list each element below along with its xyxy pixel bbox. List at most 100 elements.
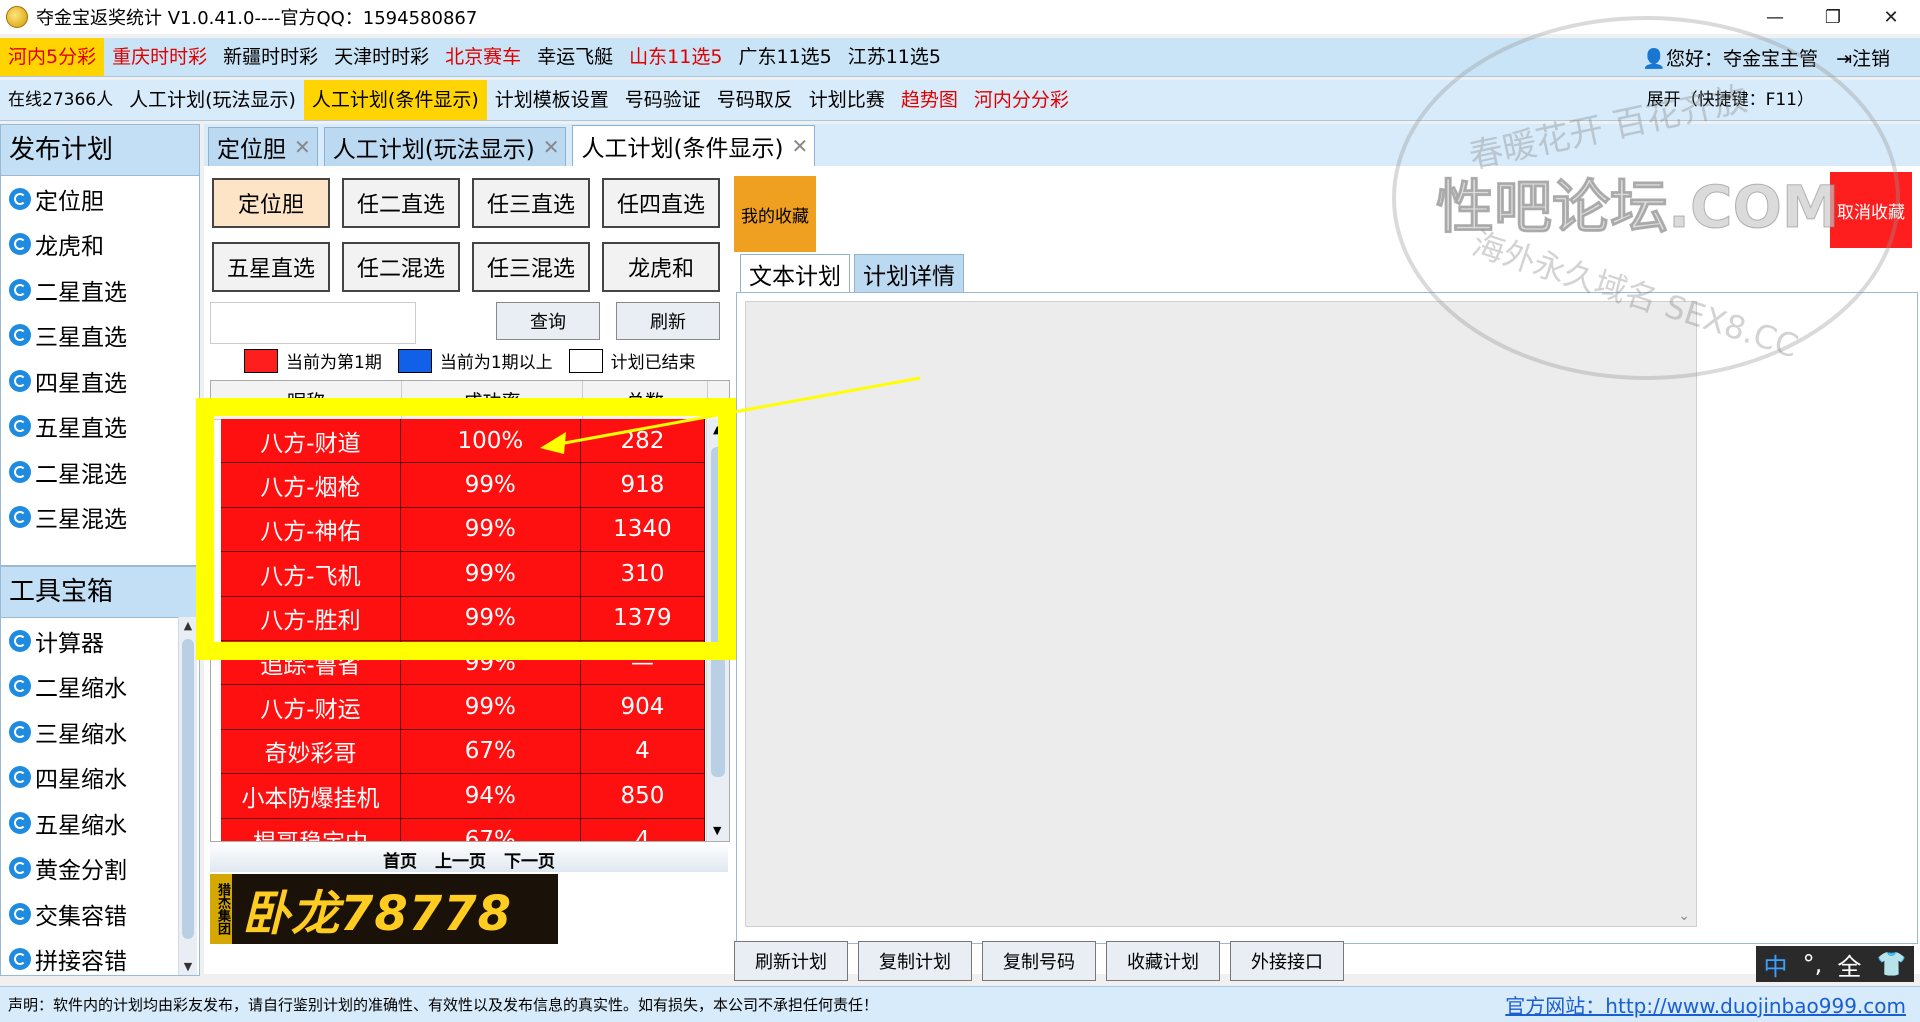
ime-indicator[interactable]: 中 °, 全 👕 (1756, 946, 1914, 982)
query-button[interactable]: 查询 (496, 302, 600, 340)
prev-page-link[interactable]: 上一页 (435, 847, 486, 872)
nav-item[interactable]: 江苏11选5 (840, 38, 949, 76)
close-icon[interactable]: ✕ (791, 134, 808, 158)
category-button[interactable]: 任三混选 (472, 242, 590, 292)
menu-item[interactable]: 黄金分割 (1, 846, 199, 892)
maximize-button[interactable]: ❐ (1804, 0, 1862, 34)
table-row[interactable]: 八方-财道 100% 282 (221, 419, 706, 464)
app-icon (6, 6, 28, 28)
table-row[interactable]: 小本防爆挂机 94% 850 (221, 774, 706, 819)
close-icon[interactable]: ✕ (543, 135, 560, 159)
nav-item[interactable]: 天津时时彩 (326, 38, 437, 76)
favorite-plan-button[interactable]: 收藏计划 (1106, 941, 1220, 981)
disclaimer-text: 声明：软件内的计划均由彩友发布，请自行鉴别计划的准确性、有效性以及发布信息的真实… (8, 996, 879, 1014)
ime-skin-icon[interactable]: 👕 (1877, 950, 1907, 978)
scroll-up-icon[interactable]: ▲ (179, 619, 197, 632)
nav2-item[interactable]: 号码验证 (617, 80, 709, 120)
column-header[interactable]: 成功率 (402, 381, 583, 419)
menu-item[interactable]: 四星缩水 (1, 755, 199, 801)
table-row[interactable]: 八方-神佑 99% 1340 (221, 507, 706, 553)
nav-item[interactable]: 幸运飞艇 (529, 38, 621, 76)
refresh-button[interactable]: 刷新 (616, 302, 720, 340)
nav2-item[interactable]: 趋势图 (893, 80, 966, 120)
scroll-down-icon[interactable]: ⌄ (1678, 908, 1690, 924)
close-button[interactable]: ✕ (1862, 0, 1920, 34)
nav2-item[interactable]: 河内分分彩 (966, 80, 1077, 120)
menu-item[interactable]: 三星直选 (1, 313, 199, 359)
column-header[interactable]: 总数 (583, 381, 708, 419)
official-website-link[interactable]: 官方网站：http://www.duojinbao999.com (1505, 990, 1906, 1019)
toolbox-scrollbar[interactable]: ▲ ▼ (178, 617, 197, 975)
refresh-plan-button[interactable]: 刷新计划 (734, 941, 848, 981)
nav2-item[interactable]: 人工计划(玩法显示) (121, 80, 304, 120)
nav-item[interactable]: 河内5分彩 (0, 38, 105, 76)
menu-item[interactable]: 二星缩水 (1, 664, 199, 710)
ad-banner[interactable]: 猎杰集团 卧龙78778 (210, 874, 558, 944)
first-page-link[interactable]: 首页 (383, 847, 417, 872)
my-favorites-button[interactable]: 我的收藏 (734, 176, 816, 252)
menu-item[interactable]: 拼接容错 (1, 937, 199, 975)
scroll-thumb[interactable] (711, 447, 725, 777)
category-button[interactable]: 五星直选 (212, 242, 330, 292)
plan-text-area[interactable]: ⌄ (745, 301, 1697, 927)
scroll-up-icon[interactable]: ▲ (713, 423, 721, 436)
category-button[interactable]: 任二直选 (342, 178, 460, 228)
table-row[interactable]: 八方-胜利 99% 1379 (221, 596, 706, 641)
nav2-item[interactable]: 号码取反 (709, 80, 801, 120)
table-row[interactable]: 奇妙彩哥 67% 4 (221, 729, 706, 775)
nav-item[interactable]: 山东11选5 (621, 38, 730, 76)
search-input[interactable] (210, 302, 416, 344)
menu-item[interactable]: 四星直选 (1, 358, 199, 404)
ime-width[interactable]: 全 (1837, 947, 1861, 982)
nav-item[interactable]: 北京赛车 (437, 38, 529, 76)
tab-plan-detail[interactable]: 计划详情 (854, 254, 964, 293)
legend-label: 当前为第1期 (286, 353, 382, 373)
tab[interactable]: 定位胆 ✕ (208, 127, 318, 166)
menu-item[interactable]: 五星缩水 (1, 800, 199, 846)
scroll-thumb[interactable] (182, 639, 194, 939)
ime-lang[interactable]: 中 (1764, 947, 1788, 982)
nav-item[interactable]: 广东11选5 (730, 38, 839, 76)
menu-item[interactable]: 定位胆 (1, 176, 199, 222)
table-row[interactable]: 八方-烟枪 99% 918 (221, 463, 706, 508)
category-button[interactable]: 任二混选 (342, 242, 460, 292)
menu-item[interactable]: 二星直选 (1, 267, 199, 313)
copy-numbers-button[interactable]: 复制号码 (982, 941, 1096, 981)
logout-button[interactable]: ⇥注销 (1836, 44, 1890, 71)
next-page-link[interactable]: 下一页 (504, 847, 555, 872)
scroll-down-icon[interactable]: ▼ (713, 824, 721, 837)
table-row[interactable]: 八方-飞机 99% 310 (221, 552, 706, 597)
external-api-button[interactable]: 外接接口 (1230, 941, 1344, 981)
menu-item[interactable]: 二星混选 (1, 449, 199, 495)
category-button[interactable]: 龙虎和 (602, 242, 720, 292)
tab[interactable]: 人工计划(条件显示) ✕ (572, 125, 816, 166)
menu-item[interactable]: 龙虎和 (1, 222, 199, 268)
category-button[interactable]: 任三直选 (472, 178, 590, 228)
unfavorite-button[interactable]: 取消收藏 (1830, 172, 1912, 248)
table-row[interactable]: 八方-财运 99% 904 (221, 685, 706, 730)
menu-item[interactable]: 五星直选 (1, 404, 199, 450)
menu-item[interactable]: 计算器 (1, 618, 199, 664)
table-row[interactable]: 棍哥稳定中67%4 (221, 818, 706, 841)
table-row[interactable]: 追踪-鲁省 99% — (221, 640, 706, 686)
column-header[interactable]: 昵称 (211, 381, 402, 419)
nav2-item[interactable]: 计划模板设置 (487, 80, 617, 120)
expand-toggle[interactable]: 展开（快捷键：F11） (1647, 80, 1814, 120)
close-icon[interactable]: ✕ (294, 135, 311, 159)
menu-item[interactable]: 交集容错 (1, 891, 199, 937)
category-button[interactable]: 任四直选 (602, 178, 720, 228)
nav-item[interactable]: 重庆时时彩 (104, 38, 215, 76)
minimize-button[interactable]: — (1746, 0, 1804, 34)
menu-item[interactable]: 三星缩水 (1, 709, 199, 755)
ime-punct[interactable]: °, (1803, 950, 1823, 978)
nav2-item[interactable]: 人工计划(条件显示) (303, 80, 487, 120)
copy-plan-button[interactable]: 复制计划 (858, 941, 972, 981)
tab-text-plan[interactable]: 文本计划 (740, 254, 850, 293)
menu-item[interactable]: 三星混选 (1, 495, 199, 541)
nav2-item[interactable]: 计划比赛 (801, 80, 893, 120)
scroll-down-icon[interactable]: ▼ (179, 960, 197, 973)
table-scrollbar[interactable]: ▲ ▼ (706, 419, 729, 841)
category-button[interactable]: 定位胆 (212, 178, 330, 228)
nav-item[interactable]: 新疆时时彩 (215, 38, 326, 76)
tab[interactable]: 人工计划(玩法显示) ✕ (323, 127, 567, 166)
